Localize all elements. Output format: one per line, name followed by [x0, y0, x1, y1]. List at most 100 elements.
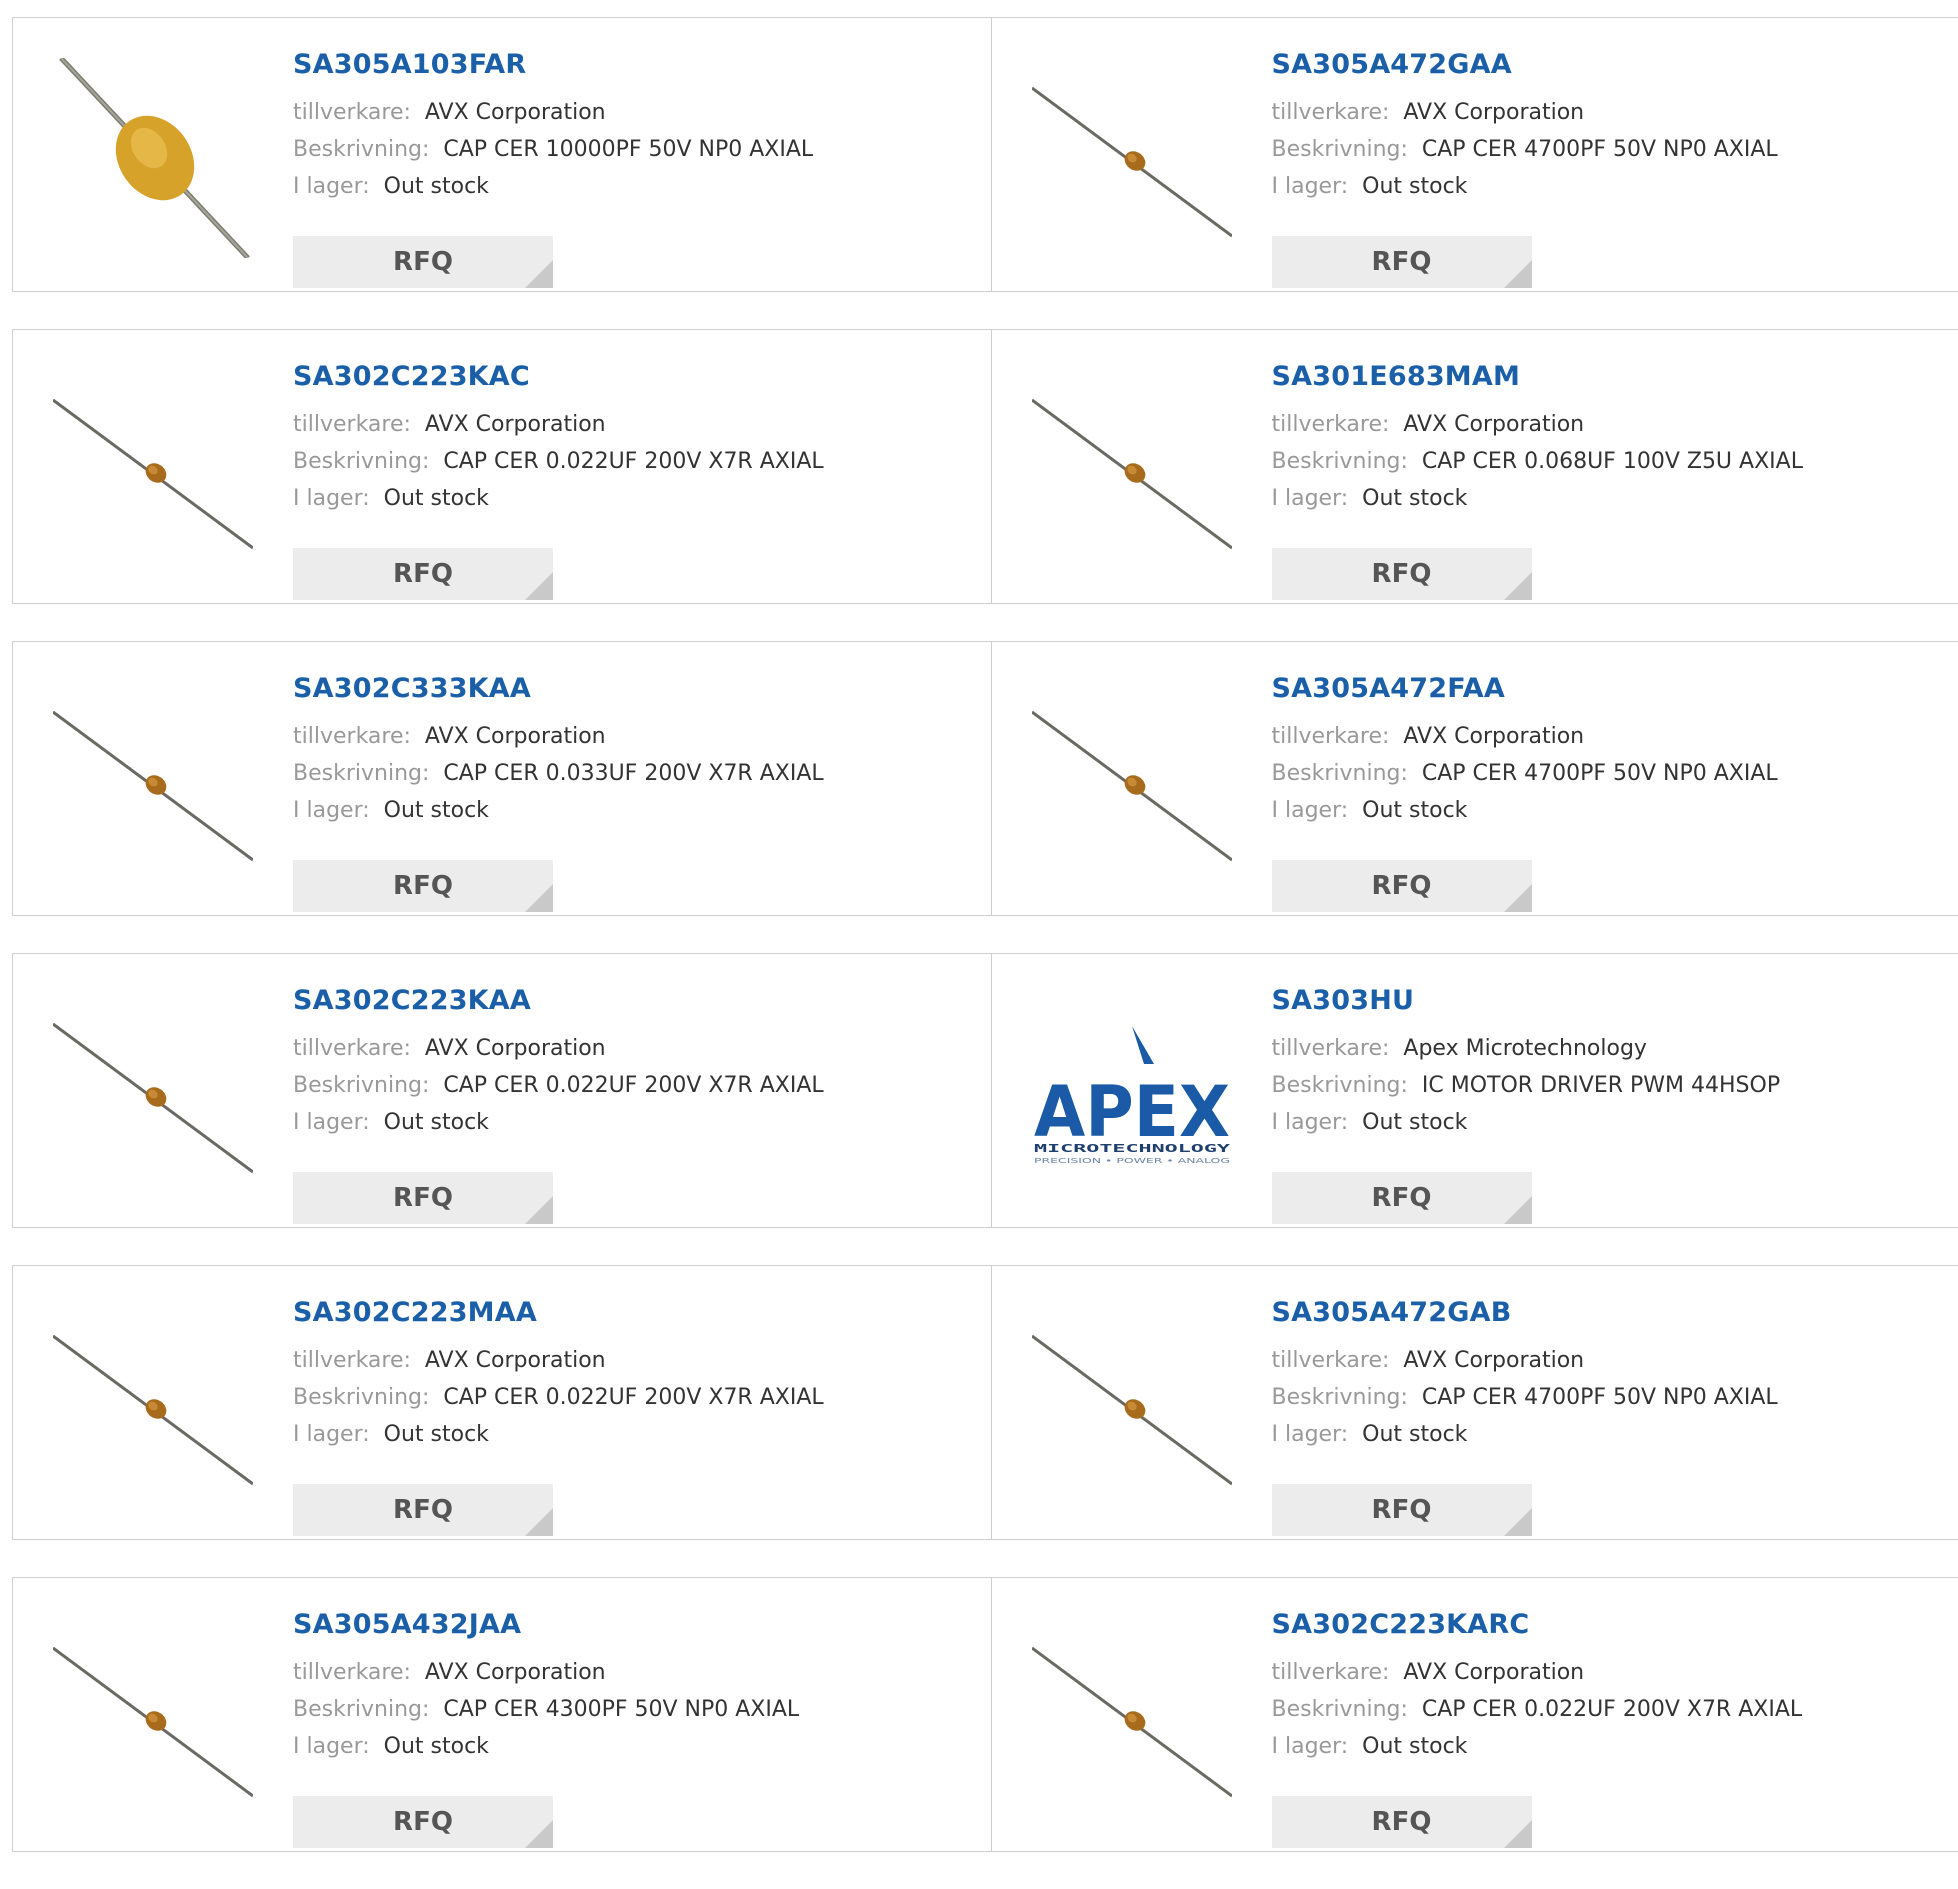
description-label: Beskrivning: [1272, 1073, 1408, 1098]
description-label: Beskrivning: [293, 1073, 429, 1098]
product-card: SA302C223KAAtillverkare:AVX CorporationB… [13, 954, 991, 1227]
stock-label: I lager: [1272, 1422, 1349, 1447]
product-info: SA305A472GABtillverkare:AVX CorporationB… [1272, 1296, 1949, 1453]
rfq-button[interactable]: RFQ [293, 1796, 553, 1848]
description-value: CAP CER 4700PF 50V NP0 AXIAL [1422, 761, 1778, 786]
description-label: Beskrivning: [1272, 1385, 1408, 1410]
description-value: CAP CER 0.068UF 100V Z5U AXIAL [1422, 449, 1803, 474]
stock-label: I lager: [1272, 1110, 1349, 1135]
description-value: CAP CER 4300PF 50V NP0 AXIAL [443, 1697, 799, 1722]
rfq-button[interactable]: RFQ [293, 236, 553, 288]
part-number-link[interactable]: SA303HU [1272, 984, 1949, 1018]
capacitor-image[interactable] [53, 58, 253, 258]
stock-label: I lager: [293, 1422, 370, 1447]
stock-line: I lager:Out stock [293, 1728, 981, 1765]
capacitor-image[interactable] [53, 1306, 253, 1506]
part-number-link[interactable]: SA305A103FAR [293, 48, 981, 82]
rfq-button[interactable]: RFQ [1272, 1484, 1532, 1536]
stock-value: Out stock [1362, 1734, 1467, 1759]
part-number-link[interactable]: SA305A472GAA [1272, 48, 1949, 82]
part-number-link[interactable]: SA305A472FAA [1272, 672, 1949, 706]
description-label: Beskrivning: [293, 761, 429, 786]
part-number-link[interactable]: SA302C223KAC [293, 360, 981, 394]
rfq-button[interactable]: RFQ [1272, 1172, 1532, 1224]
rfq-label: RFQ [1372, 559, 1432, 589]
rfq-button[interactable]: RFQ [293, 1172, 553, 1224]
stock-label: I lager: [1272, 486, 1349, 511]
stock-label: I lager: [1272, 1734, 1349, 1759]
apex-logo-image[interactable]: APEXMICROTECHNOLOGYPRECISION • POWER • A… [1032, 994, 1232, 1194]
rfq-label: RFQ [393, 1183, 453, 1213]
description-line: Beskrivning: CAP CER 0.022UF 200V X7R AXI… [293, 1067, 981, 1104]
manufacturer-label: tillverkare: [293, 1660, 411, 1685]
corner-triangle-icon [1504, 572, 1532, 600]
manufacturer-value: AVX Corporation [425, 1036, 606, 1061]
capacitor-image[interactable] [1032, 370, 1232, 570]
manufacturer-value: AVX Corporation [425, 100, 606, 125]
product-info: SA301E683MAMtillverkare:AVX CorporationB… [1272, 360, 1949, 517]
manufacturer-value: AVX Corporation [425, 1348, 606, 1373]
capacitor-image[interactable] [53, 1618, 253, 1818]
rfq-button[interactable]: RFQ [1272, 1796, 1532, 1848]
description-line: Beskrivning:CAP CER 0.022UF 200V X7R AXI… [293, 443, 981, 480]
rfq-button[interactable]: RFQ [1272, 236, 1532, 288]
description-line: Beskrivning:CAP CER 4700PF 50V NP0 AXIAL [1272, 1379, 1949, 1416]
rfq-button[interactable]: RFQ [1272, 860, 1532, 912]
product-card: SA302C223MAAtillverkare:AVX CorporationB… [13, 1266, 991, 1539]
manufacturer-line: tillverkare:AVX Corporation [293, 1654, 981, 1691]
stock-value: Out stock [1362, 1422, 1467, 1447]
capacitor-image[interactable] [1032, 58, 1232, 258]
capacitor-image[interactable] [53, 994, 253, 1194]
manufacturer-line: tillverkare:AVX Corporation [293, 1030, 981, 1067]
description-label: Beskrivning: [293, 137, 429, 162]
product-card: SA302C223KARCtillverkare:AVX Corporation… [991, 1578, 1958, 1851]
manufacturer-value: AVX Corporation [1403, 100, 1584, 125]
capacitor-image[interactable] [53, 370, 253, 570]
corner-triangle-icon [1504, 1508, 1532, 1536]
manufacturer-line: tillverkare:AVX Corporation [1272, 1342, 1949, 1379]
rfq-button[interactable]: RFQ [293, 548, 553, 600]
capacitor-image[interactable] [1032, 1306, 1232, 1506]
stock-line: I lager:Out stock [293, 1416, 981, 1453]
part-number-link[interactable]: SA302C223MAA [293, 1296, 981, 1330]
product-grid: SA305A103FARtillverkare:AVX CorporationB… [12, 17, 1958, 1889]
stock-line: I lager:Out stock [1272, 480, 1949, 517]
description-line: Beskrivning:CAP CER 4700PF 50V NP0 AXIAL [1272, 131, 1949, 168]
corner-triangle-icon [525, 1508, 553, 1536]
stock-value: Out stock [384, 1110, 489, 1135]
manufacturer-line: tillverkare:AVX Corporation [293, 406, 981, 443]
stock-line: I lager: Out stock [1272, 1416, 1949, 1453]
product-info: SA302C223MAAtillverkare:AVX CorporationB… [293, 1296, 981, 1453]
rfq-label: RFQ [393, 559, 453, 589]
part-number-link[interactable]: SA301E683MAM [1272, 360, 1949, 394]
capacitor-image[interactable] [1032, 1618, 1232, 1818]
rfq-label: RFQ [393, 1807, 453, 1837]
manufacturer-label: tillverkare: [293, 100, 411, 125]
product-info: SA305A432JAAtillverkare:AVX CorporationB… [293, 1608, 981, 1765]
stock-value: Out stock [384, 798, 489, 823]
part-number-link[interactable]: SA302C333KAA [293, 672, 981, 706]
description-value: CAP CER 4700PF 50V NP0 AXIAL [1422, 137, 1778, 162]
rfq-button[interactable]: RFQ [293, 860, 553, 912]
stock-line: I lager: Out stock [1272, 1728, 1949, 1765]
rfq-label: RFQ [1372, 871, 1432, 901]
description-value: CAP CER 0.022UF 200V X7R AXIAL [443, 1073, 823, 1098]
stock-line: I lager:Out stock [1272, 168, 1949, 205]
description-label: Beskrivning: [1272, 449, 1408, 474]
rfq-label: RFQ [393, 871, 453, 901]
corner-triangle-icon [1504, 1820, 1532, 1848]
rfq-label: RFQ [1372, 1495, 1432, 1525]
capacitor-image[interactable] [53, 682, 253, 882]
part-number-link[interactable]: SA305A432JAA [293, 1608, 981, 1642]
product-row: SA302C223KACtillverkare:AVX CorporationB… [12, 329, 1958, 604]
rfq-button[interactable]: RFQ [1272, 548, 1532, 600]
part-number-link[interactable]: SA302C223KARC [1272, 1608, 1949, 1642]
part-number-link[interactable]: SA302C223KAA [293, 984, 981, 1018]
part-number-link[interactable]: SA305A472GAB [1272, 1296, 1949, 1330]
capacitor-image[interactable] [1032, 682, 1232, 882]
rfq-button[interactable]: RFQ [293, 1484, 553, 1536]
description-label: Beskrivning: [293, 449, 429, 474]
corner-triangle-icon [525, 572, 553, 600]
product-info: SA305A472FAAtillverkare:AVX CorporationB… [1272, 672, 1949, 829]
stock-line: I lager:Out stock [293, 1104, 981, 1141]
